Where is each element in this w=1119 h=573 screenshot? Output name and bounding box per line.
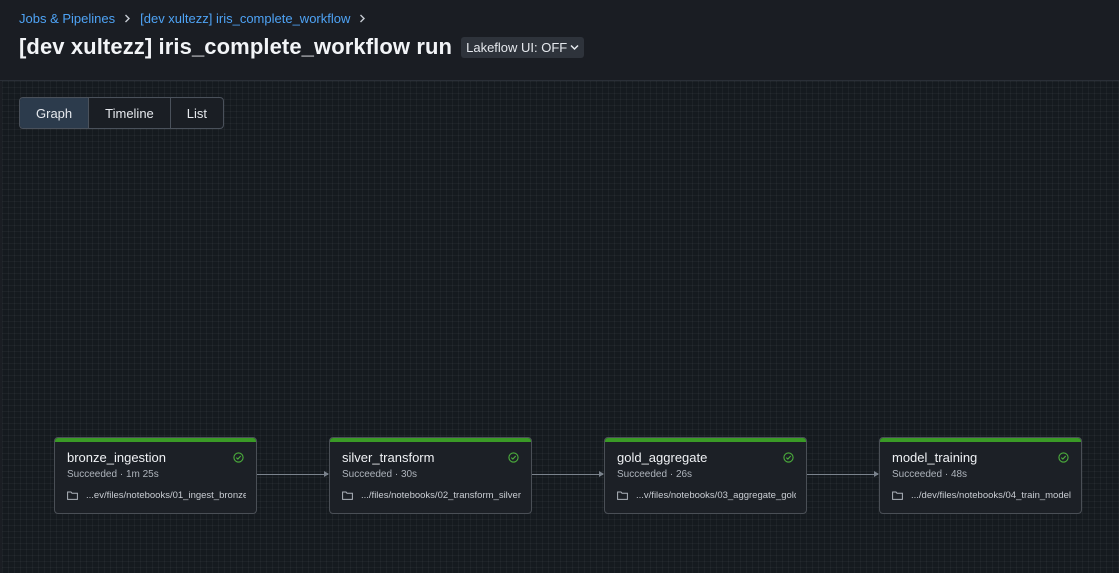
folder-icon bbox=[67, 491, 78, 500]
task-duration: 30s bbox=[400, 469, 418, 480]
folder-icon bbox=[617, 491, 628, 500]
task-node-silver-transform[interactable]: silver_transform Succeeded · 30s .../fil… bbox=[329, 437, 532, 514]
task-node-model-training[interactable]: model_training Succeeded · 48s .../dev/f… bbox=[879, 437, 1082, 514]
chevron-right-icon bbox=[359, 14, 366, 23]
task-name: silver_transform bbox=[342, 450, 435, 465]
task-notebook-path: .../dev/files/notebooks/04_train_model bbox=[911, 490, 1071, 501]
task-status: Succeeded · 30s bbox=[342, 469, 418, 480]
breadcrumb-jobs-pipelines[interactable]: Jobs & Pipelines bbox=[19, 11, 115, 26]
check-circle-icon bbox=[1058, 452, 1069, 463]
page-header: Jobs & Pipelines [dev xultezz] iris_comp… bbox=[0, 0, 1119, 81]
lakeflow-ui-label: Lakeflow UI: OFF bbox=[466, 39, 568, 55]
task-notebook-path: .../files/notebooks/02_transform_silver bbox=[361, 490, 521, 501]
task-status-text: Succeeded bbox=[342, 469, 393, 480]
tab-graph[interactable]: Graph bbox=[20, 98, 89, 128]
chevron-right-icon bbox=[124, 14, 131, 23]
task-notebook-path: ...v/files/notebooks/03_aggregate_gold bbox=[636, 490, 796, 501]
task-status: Succeeded · 26s bbox=[617, 469, 693, 480]
breadcrumb-workflow[interactable]: [dev xultezz] iris_complete_workflow bbox=[140, 11, 350, 26]
check-circle-icon bbox=[508, 452, 519, 463]
task-status: Succeeded · 1m 25s bbox=[67, 469, 159, 480]
task-duration: 48s bbox=[950, 469, 968, 480]
folder-icon bbox=[342, 491, 353, 500]
dependency-edge bbox=[807, 471, 879, 477]
task-name: bronze_ingestion bbox=[67, 450, 167, 465]
task-status-bar bbox=[330, 438, 531, 442]
task-name: model_training bbox=[892, 450, 978, 465]
task-status-text: Succeeded bbox=[617, 469, 668, 480]
task-status-bar bbox=[880, 438, 1081, 442]
dependency-edge bbox=[532, 471, 604, 477]
tab-list[interactable]: List bbox=[169, 98, 223, 128]
check-circle-icon bbox=[233, 452, 244, 463]
task-status-text: Succeeded bbox=[892, 469, 943, 480]
task-status-text: Succeeded bbox=[67, 469, 118, 480]
lakeflow-ui-toggle[interactable]: Lakeflow UI: OFF bbox=[461, 36, 585, 58]
chevron-down-icon bbox=[570, 44, 579, 50]
check-circle-icon bbox=[783, 452, 794, 463]
task-status: Succeeded · 48s bbox=[892, 469, 968, 480]
view-toggle: Graph Timeline List bbox=[19, 97, 225, 129]
task-duration: 1m 25s bbox=[125, 469, 159, 480]
task-name: gold_aggregate bbox=[617, 450, 708, 465]
tab-timeline[interactable]: Timeline bbox=[88, 98, 170, 128]
page-title: [dev xultezz] iris_complete_workflow run bbox=[19, 34, 453, 59]
task-status-bar bbox=[55, 438, 256, 442]
task-status-bar bbox=[605, 438, 806, 442]
task-notebook-path: ...ev/files/notebooks/01_ingest_bronze bbox=[86, 490, 246, 501]
task-node-gold-aggregate[interactable]: gold_aggregate Succeeded · 26s ...v/file… bbox=[604, 437, 807, 514]
task-node-bronze-ingestion[interactable]: bronze_ingestion Succeeded · 1m 25s ...e… bbox=[54, 437, 257, 514]
breadcrumb: Jobs & Pipelines [dev xultezz] iris_comp… bbox=[19, 10, 375, 26]
folder-icon bbox=[892, 491, 903, 500]
dependency-edge bbox=[257, 471, 329, 477]
task-duration: 26s bbox=[675, 469, 693, 480]
